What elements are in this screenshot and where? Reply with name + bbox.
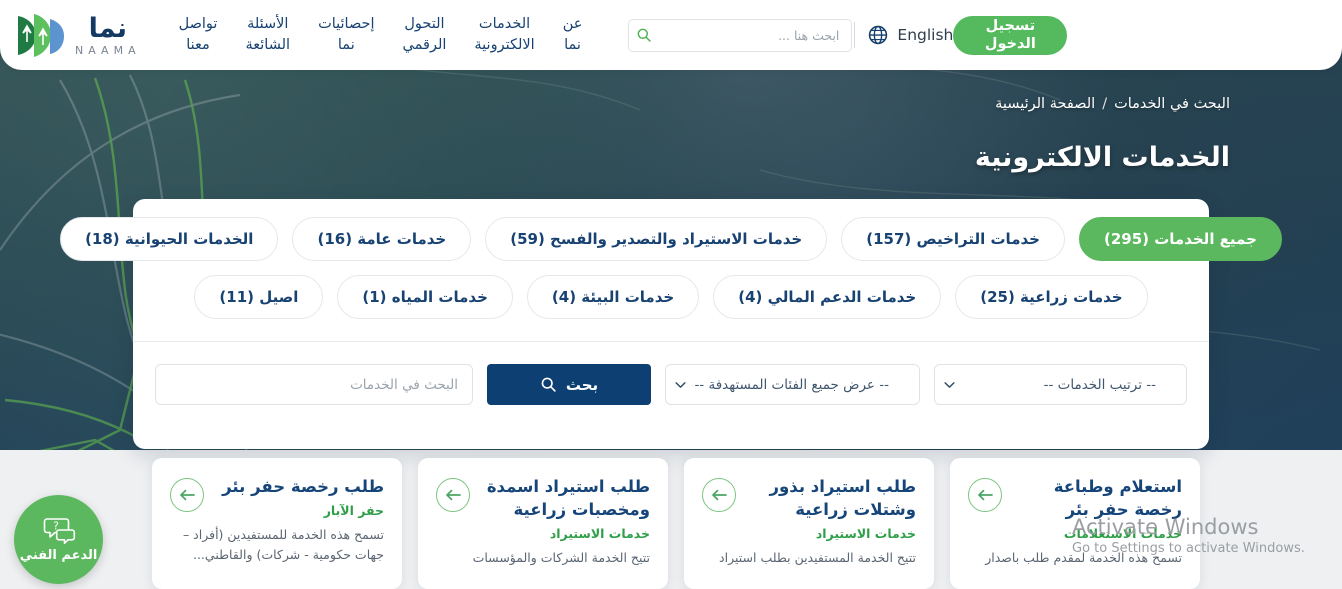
service-card[interactable]: استعلام وطباعة رخصة حفر بئر خدمات الاستع… — [950, 458, 1200, 589]
category-pill-general[interactable]: خدمات عامة (16) — [292, 217, 472, 261]
service-description: تسمح هذه الخدمة للمستفيدين (أفراد – جهات… — [182, 526, 384, 562]
header-utilities: English تسجيل الدخول — [602, 15, 1083, 55]
nav-item-contact[interactable]: تواصل معنا — [165, 10, 232, 60]
login-button[interactable]: تسجيل الدخول — [953, 15, 1068, 55]
service-card[interactable]: طلب رخصة حفر بئر حفر الآبار تسمح هذه الخ… — [152, 458, 402, 589]
language-label: English — [897, 26, 954, 44]
main-navigation: عن نما الخدمات الالكترونية التحول الرقمي… — [165, 10, 597, 60]
category-pill-area: جميع الخدمات (295) خدمات التراخيص (157) … — [60, 199, 1282, 337]
breadcrumb: البحث في الخدمات / الصفحة الرئيسية — [995, 96, 1230, 112]
sort-select-wrapper: -- ترتيب الخدمات -- — [934, 364, 1187, 405]
header-search — [628, 18, 853, 52]
breadcrumb-separator: / — [1102, 96, 1108, 112]
sort-select[interactable]: -- ترتيب الخدمات -- — [934, 364, 1187, 405]
card-header: استعلام وطباعة رخصة حفر بئر خدمات الاستع… — [968, 476, 1182, 541]
search-submit-label: بحث — [565, 375, 599, 394]
card-header: طلب استيراد اسمدة ومخصبات زراعية خدمات ا… — [436, 476, 650, 541]
card-text: استعلام وطباعة رخصة حفر بئر خدمات الاستع… — [1012, 476, 1182, 541]
search-submit-button[interactable]: بحث — [487, 364, 651, 405]
service-category: خدمات الاستيراد — [549, 525, 650, 541]
nav-item-e-services[interactable]: الخدمات الالكترونية — [460, 10, 548, 60]
chat-question-icon: ? — [43, 518, 75, 545]
category-pill-environment[interactable]: خدمات البيئة (4) — [526, 275, 700, 319]
card-header: طلب استيراد بذور وشتلات زراعية خدمات الا… — [702, 476, 916, 541]
naama-leaf-logo-icon — [18, 14, 64, 57]
arrow-left-glyph — [446, 489, 461, 501]
service-description: تسمح هذه الخدمة لمقدم طلب باصدار — [985, 549, 1182, 565]
category-row-2: خدمات زراعية (25) خدمات الدعم المالي (4)… — [149, 275, 1193, 319]
service-title: طلب استيراد بذور وشتلات زراعية — [769, 477, 916, 519]
category-pill-water[interactable]: خدمات المياه (1) — [337, 275, 513, 319]
card-text: طلب استيراد بذور وشتلات زراعية خدمات الا… — [746, 476, 916, 541]
site-header: نما NAAMA عن نما الخدمات الالكترونية الت… — [0, 0, 1342, 70]
brand-name-arabic: نما — [88, 12, 127, 44]
audience-select[interactable]: -- عرض جميع الفئات المستهدفة -- — [665, 364, 920, 405]
breadcrumb-home[interactable]: الصفحة الرئيسية — [995, 96, 1095, 112]
site-logo[interactable]: نما NAAMA — [0, 12, 165, 58]
nav-item-digital-transformation[interactable]: التحول الرقمي — [389, 10, 461, 60]
arrow-left-icon[interactable] — [436, 478, 470, 512]
card-text: طلب استيراد اسمدة ومخصبات زراعية خدمات ا… — [480, 476, 650, 541]
category-pill-aseel[interactable]: اصيل (11) — [194, 275, 324, 319]
category-pill-financial-support[interactable]: خدمات الدعم المالي (4) — [713, 275, 942, 319]
nav-item-statistics[interactable]: إحصائيات نما — [304, 10, 388, 60]
category-pill-animal[interactable]: الخدمات الحيوانية (18) — [60, 217, 279, 261]
card-header: طلب رخصة حفر بئر حفر الآبار — [170, 476, 384, 518]
header-divider — [854, 22, 856, 48]
service-card[interactable]: طلب استيراد اسمدة ومخصبات زراعية خدمات ا… — [418, 458, 668, 589]
nav-item-faq[interactable]: الأسئلة الشائعة — [231, 10, 304, 60]
breadcrumb-current[interactable]: البحث في الخدمات — [1114, 96, 1230, 112]
services-filter-panel: جميع الخدمات (295) خدمات التراخيص (157) … — [60, 199, 1282, 449]
arrow-left-icon[interactable] — [170, 478, 204, 512]
arrow-left-icon[interactable] — [702, 478, 736, 512]
brand-wordmark: نما NAAMA — [75, 15, 141, 56]
technical-support-button[interactable]: ? الدعم الفني — [14, 495, 103, 584]
page-title: الخدمات الالكترونية — [974, 142, 1230, 173]
service-card[interactable]: طلب استيراد بذور وشتلات زراعية خدمات الا… — [684, 458, 934, 589]
category-pill-import-export[interactable]: خدمات الاستيراد والتصدير والفسح (59) — [485, 217, 828, 261]
support-label: الدعم الفني — [19, 548, 98, 563]
services-search-input[interactable] — [155, 364, 473, 405]
arrow-left-icon[interactable] — [968, 478, 1002, 512]
service-category: خدمات الاستعلامات — [1063, 525, 1182, 541]
audience-select-wrapper: -- عرض جميع الفئات المستهدفة -- — [665, 364, 920, 405]
filter-bar: -- ترتيب الخدمات -- -- عرض جميع الفئات ا… — [133, 342, 1209, 427]
service-description: تتيح الخدمة المستفيدين بطلب استيراد — [719, 549, 916, 565]
brand-name-latin: NAAMA — [75, 43, 141, 57]
service-category: خدمات الاستيراد — [815, 525, 916, 541]
category-row-1: جميع الخدمات (295) خدمات التراخيص (157) … — [60, 217, 1282, 261]
service-title: استعلام وطباعة رخصة حفر بئر — [1053, 477, 1182, 519]
category-pill-agricultural[interactable]: خدمات زراعية (25) — [955, 275, 1148, 319]
category-pill-all-services[interactable]: جميع الخدمات (295) — [1078, 217, 1282, 261]
service-title: طلب رخصة حفر بئر — [222, 477, 384, 496]
language-switcher[interactable]: English — [867, 24, 953, 46]
arrow-left-glyph — [712, 489, 727, 501]
arrow-left-glyph — [978, 489, 993, 501]
arrow-left-glyph — [180, 489, 195, 501]
service-category: حفر الآبار — [323, 502, 384, 518]
card-text: طلب رخصة حفر بئر حفر الآبار — [214, 476, 384, 518]
header-search-input[interactable] — [628, 18, 853, 52]
nav-item-about[interactable]: عن نما — [549, 10, 597, 60]
globe-icon — [869, 25, 888, 45]
page-root: نما NAAMA عن نما الخدمات الالكترونية الت… — [0, 0, 1342, 589]
search-icon — [541, 377, 556, 392]
service-description: تتيح الخدمة الشركات والمؤسسات — [472, 549, 650, 565]
category-pill-licensing[interactable]: خدمات التراخيص (157) — [841, 217, 1065, 261]
service-title: طلب استيراد اسمدة ومخصبات زراعية — [486, 477, 650, 519]
service-card-list: استعلام وطباعة رخصة حفر بئر خدمات الاستع… — [150, 458, 1200, 589]
